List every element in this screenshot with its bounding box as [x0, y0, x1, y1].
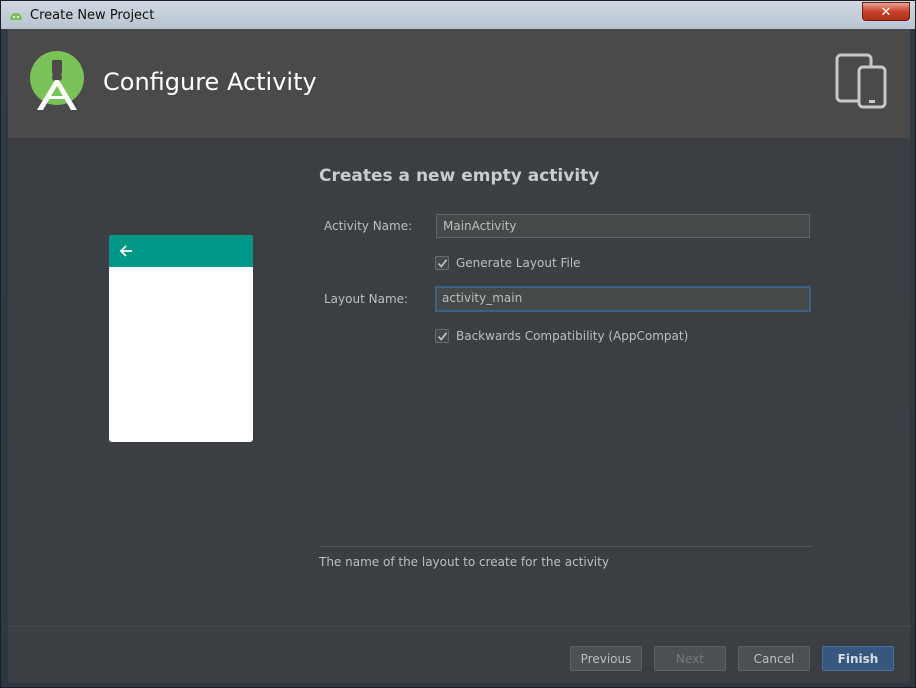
- next-button[interactable]: Next: [654, 646, 726, 671]
- help-text: The name of the layout to create for the…: [319, 555, 609, 569]
- activity-name-input[interactable]: MainActivity: [436, 214, 810, 238]
- activity-name-label: Activity Name:: [324, 219, 413, 233]
- layout-name-label: Layout Name:: [324, 292, 409, 306]
- backwards-compat-checkbox[interactable]: [435, 329, 449, 343]
- close-icon: ✕: [880, 3, 892, 19]
- previous-button[interactable]: Previous: [570, 646, 642, 671]
- generate-layout-checkbox[interactable]: [435, 256, 449, 270]
- checkmark-icon: [437, 331, 447, 341]
- layout-name-input[interactable]: activity_main: [435, 286, 811, 312]
- header: Configure Activity: [8, 29, 910, 138]
- close-button[interactable]: ✕: [862, 2, 910, 21]
- generate-layout-label: Generate Layout File: [456, 256, 581, 270]
- android-studio-logo: [30, 51, 84, 110]
- cancel-button[interactable]: Cancel: [738, 646, 810, 671]
- finish-button[interactable]: Finish: [822, 646, 894, 671]
- dialog-content: Configure Activity Creates a new empty a…: [8, 29, 910, 683]
- window-title: Create New Project: [30, 8, 155, 23]
- arrow-back-icon: [119, 245, 132, 257]
- footer-divider: [8, 626, 910, 627]
- checkmark-icon: [437, 258, 447, 268]
- page-title: Configure Activity: [103, 68, 317, 96]
- generate-layout-checkbox-row[interactable]: Generate Layout File: [435, 256, 581, 270]
- dialog-window: Create New Project ✕ Configure Activity: [0, 0, 916, 688]
- preview-toolbar: [109, 235, 253, 267]
- phone-tablet-icon: [835, 53, 887, 109]
- backwards-compat-checkbox-row[interactable]: Backwards Compatibility (AppCompat): [435, 329, 688, 343]
- activity-preview: [109, 235, 253, 442]
- section-title: Creates a new empty activity: [319, 166, 600, 186]
- android-studio-icon: [10, 13, 22, 20]
- help-divider: [319, 546, 812, 547]
- backwards-compat-label: Backwards Compatibility (AppCompat): [456, 329, 689, 343]
